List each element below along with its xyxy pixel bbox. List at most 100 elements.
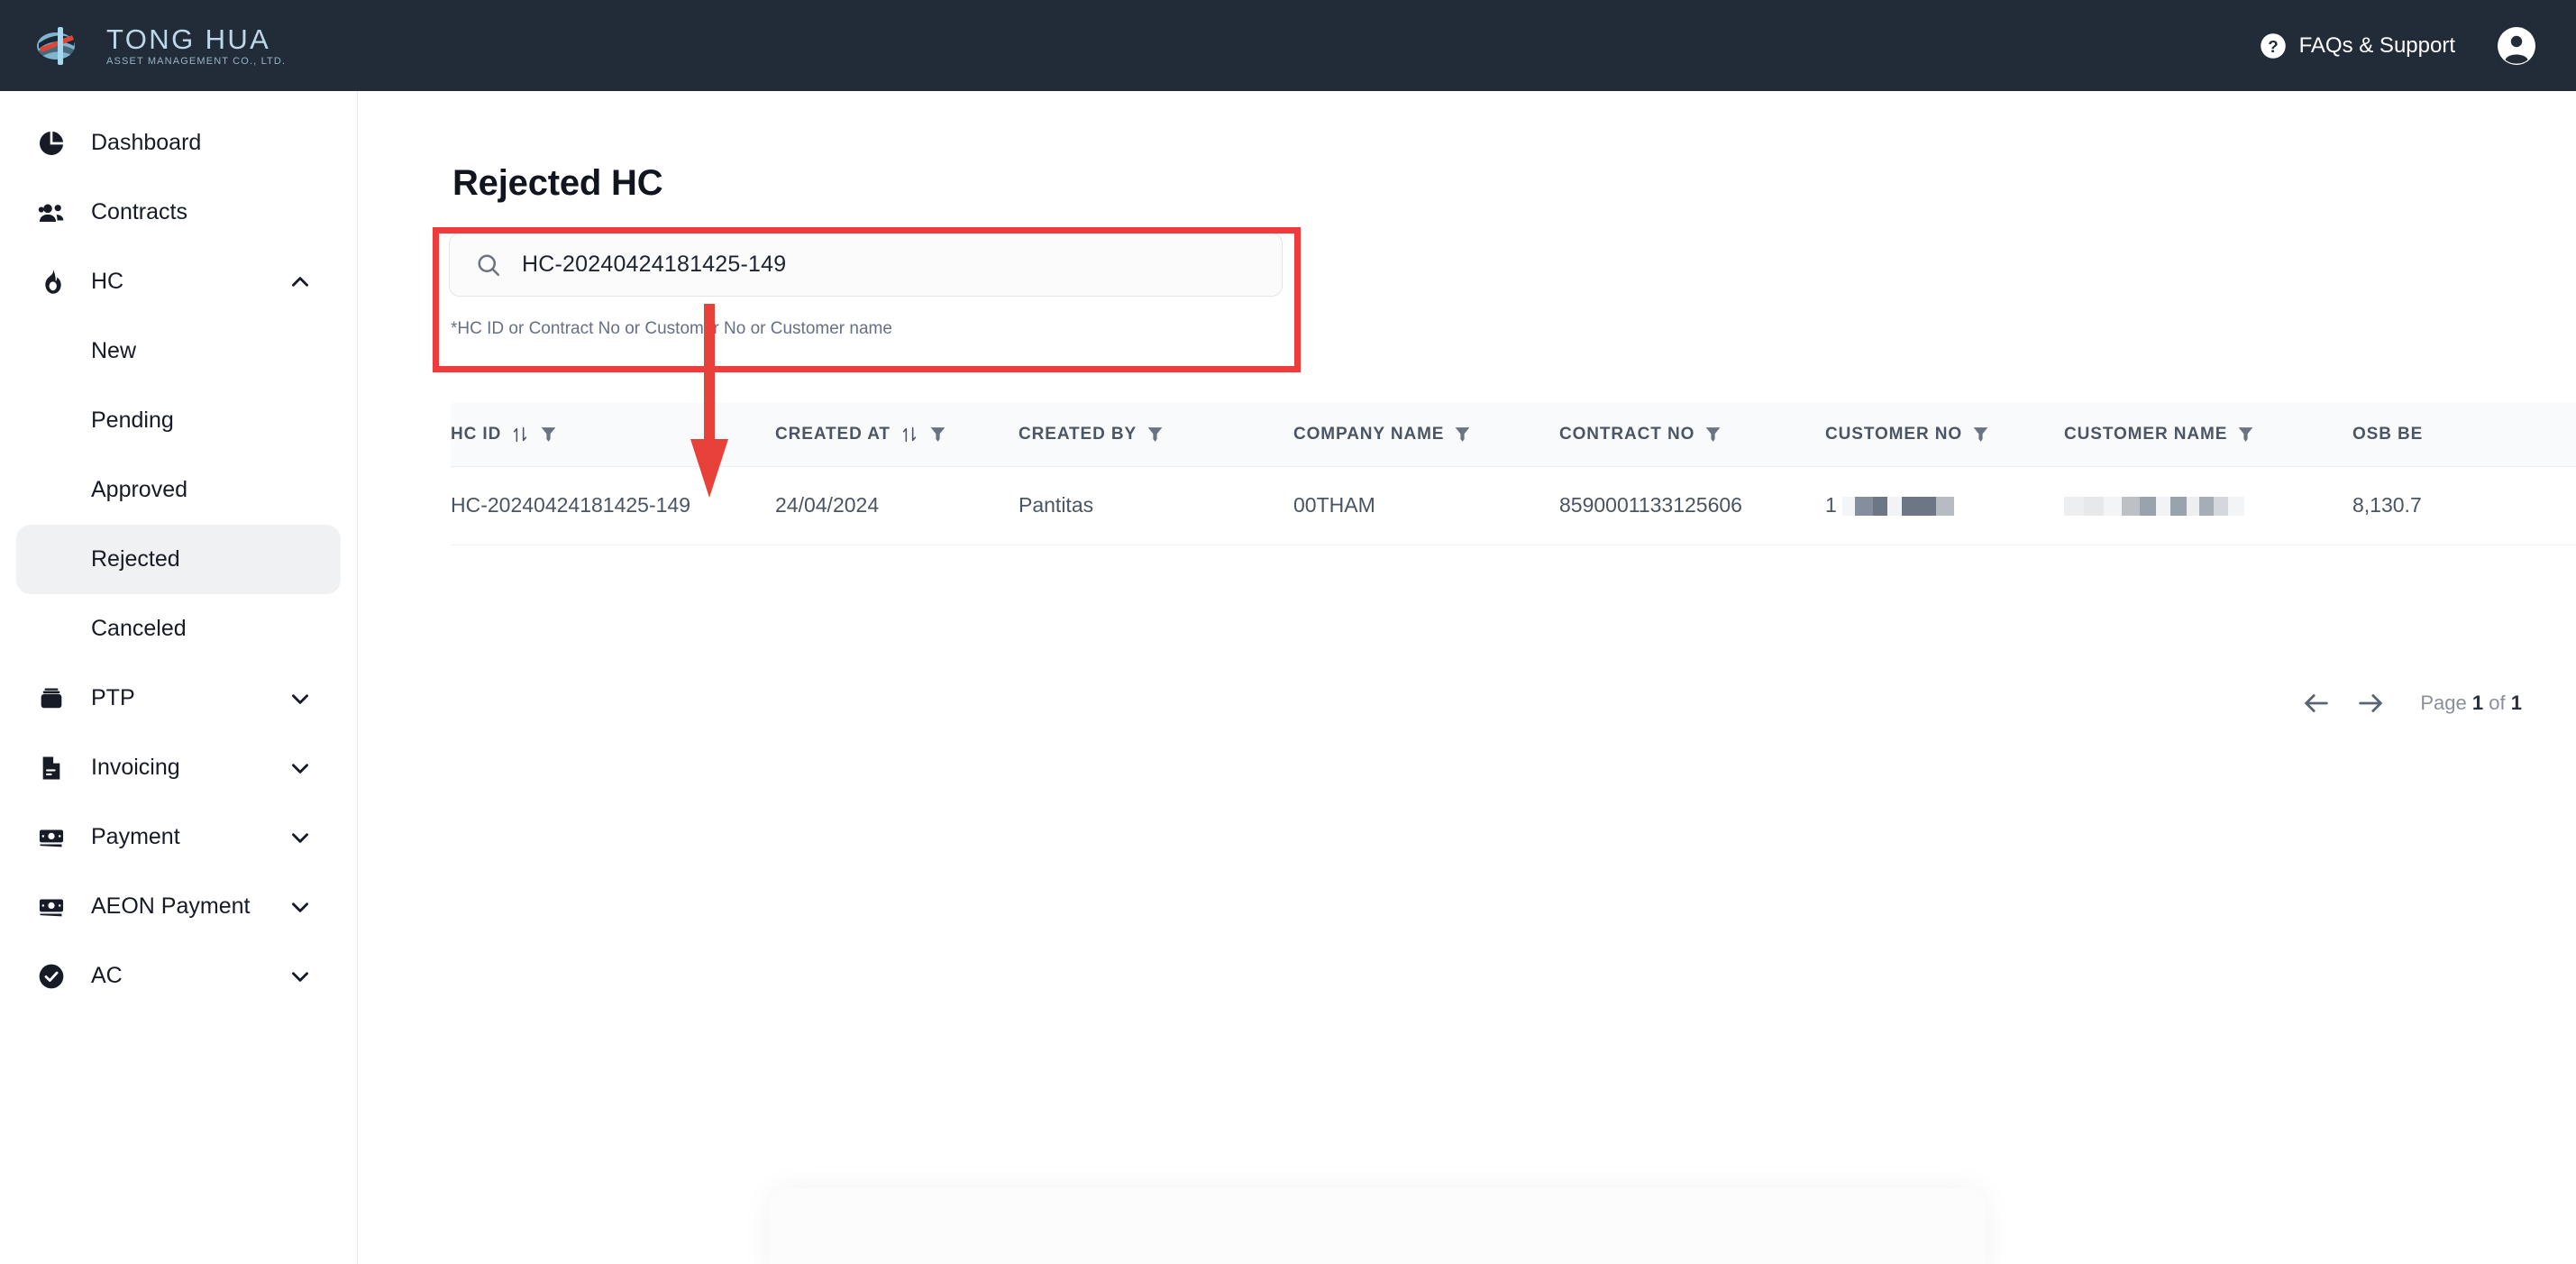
sidebar-item-hc-pending[interactable]: Pending bbox=[16, 386, 341, 455]
sidebar-item-invoicing[interactable]: Invoicing bbox=[16, 733, 341, 802]
sidebar-item-label: AC bbox=[91, 963, 123, 988]
sidebar-item-label: Dashboard bbox=[91, 130, 202, 155]
tong-hua-logo-icon bbox=[34, 18, 90, 74]
sidebar-item-aeon-payment[interactable]: AEON Payment bbox=[16, 872, 341, 941]
filter-icon[interactable] bbox=[1704, 424, 1722, 444]
brand-subtitle: ASSET MANAGEMENT CO., LTD. bbox=[106, 55, 287, 67]
column-header-created-at[interactable]: CREATED AT bbox=[775, 403, 1019, 467]
column-label: CREATED AT bbox=[775, 424, 891, 444]
pagination-total-pages: 1 bbox=[2510, 692, 2522, 714]
sidebar-item-label: HC bbox=[91, 269, 124, 294]
column-header-company-name[interactable]: COMPANY NAME bbox=[1293, 403, 1559, 467]
cell-osb-be: 8,130.7 bbox=[2352, 466, 2576, 545]
check-circle-icon bbox=[34, 959, 68, 993]
page-title: Rejected HC bbox=[452, 163, 663, 203]
filter-icon[interactable] bbox=[1146, 424, 1165, 444]
sidebar-subitem-label: Pending bbox=[91, 408, 174, 433]
pagination-label: Page 1 of 1 bbox=[2420, 692, 2522, 715]
sidebar-item-label: Contracts bbox=[91, 199, 187, 224]
cell-contract-no: 8590001133125606 bbox=[1559, 466, 1825, 545]
column-header-customer-no[interactable]: CUSTOMER NO bbox=[1825, 403, 2064, 467]
column-header-customer-name[interactable]: CUSTOMER NAME bbox=[2064, 403, 2352, 467]
column-label: CUSTOMER NAME bbox=[2064, 424, 2228, 444]
table-header-row: HC ID CREATED AT CREATED BY COMPANY NAME… bbox=[451, 403, 2576, 467]
column-label: HC ID bbox=[451, 424, 502, 444]
filter-icon[interactable] bbox=[2236, 424, 2255, 444]
sidebar-subitem-label: Rejected bbox=[91, 546, 180, 572]
chevron-down-icon[interactable] bbox=[288, 895, 312, 919]
table-header: HC ID CREATED AT CREATED BY COMPANY NAME… bbox=[451, 403, 2576, 467]
briefcase-icon bbox=[34, 682, 68, 715]
column-header-created-by[interactable]: CREATED BY bbox=[1019, 403, 1293, 467]
results-table-wrapper: HC ID CREATED AT CREATED BY COMPANY NAME… bbox=[451, 403, 2576, 545]
search-icon bbox=[475, 252, 502, 279]
column-header-contract-no[interactable]: CONTRACT NO bbox=[1559, 403, 1825, 467]
sort-icon[interactable] bbox=[900, 425, 919, 444]
search-input[interactable]: HC-20240424181425-149 bbox=[449, 233, 1283, 297]
sidebar-item-label: Invoicing bbox=[91, 755, 180, 780]
table-row[interactable]: HC-20240424181425-149 24/04/2024 Pantita… bbox=[451, 466, 2576, 545]
results-table: HC ID CREATED AT CREATED BY COMPANY NAME… bbox=[451, 403, 2576, 545]
cell-customer-name bbox=[2064, 466, 2352, 545]
search-block: HC-20240424181425-149 *HC ID or Contract… bbox=[449, 233, 1283, 339]
question-circle-icon: ? bbox=[2260, 32, 2287, 60]
sidebar-item-hc[interactable]: HC bbox=[16, 247, 341, 316]
column-label: CONTRACT NO bbox=[1559, 424, 1695, 444]
column-label: CUSTOMER NO bbox=[1825, 424, 1963, 444]
filter-icon[interactable] bbox=[1453, 424, 1472, 444]
cell-created-by: Pantitas bbox=[1019, 466, 1293, 545]
column-header-osb-be[interactable]: OSB BE bbox=[2352, 403, 2576, 467]
sidebar-item-label: Payment bbox=[91, 824, 180, 849]
document-icon bbox=[34, 751, 68, 784]
sidebar-item-contracts[interactable]: Contracts bbox=[16, 178, 341, 247]
sidebar-item-hc-new[interactable]: New bbox=[16, 316, 341, 386]
sidebar-item-dashboard[interactable]: Dashboard bbox=[16, 108, 341, 178]
sidebar-subitem-label: New bbox=[91, 338, 137, 363]
sidebar-item-ac[interactable]: AC bbox=[16, 941, 341, 1011]
column-label: CREATED BY bbox=[1019, 424, 1137, 444]
banknote-icon bbox=[34, 820, 68, 854]
column-label: COMPANY NAME bbox=[1293, 424, 1445, 444]
banknote-icon bbox=[34, 890, 68, 923]
column-header-hc-id[interactable]: HC ID bbox=[451, 403, 775, 467]
filter-icon[interactable] bbox=[1971, 424, 1990, 444]
faqs-support-label: FAQs & Support bbox=[2298, 32, 2455, 58]
sidebar-item-label: PTP bbox=[91, 685, 135, 710]
sidebar: Dashboard Contracts HC New Pending Appro… bbox=[0, 91, 358, 1264]
table-body: HC-20240424181425-149 24/04/2024 Pantita… bbox=[451, 466, 2576, 545]
faqs-support-button[interactable]: ? FAQs & Support bbox=[2260, 32, 2455, 60]
sidebar-item-hc-rejected[interactable]: Rejected bbox=[16, 525, 341, 594]
cell-hc-id: HC-20240424181425-149 bbox=[451, 466, 775, 545]
cell-customer-no-visible: 1 bbox=[1825, 493, 1837, 517]
filter-icon[interactable] bbox=[928, 424, 947, 444]
cell-created-at: 24/04/2024 bbox=[775, 466, 1019, 545]
sidebar-item-hc-approved[interactable]: Approved bbox=[16, 455, 341, 525]
background-ghost-panel bbox=[769, 1188, 1986, 1264]
pie-chart-icon bbox=[34, 126, 68, 160]
chevron-down-icon[interactable] bbox=[288, 965, 312, 988]
sidebar-item-hc-canceled[interactable]: Canceled bbox=[16, 594, 341, 664]
main-content: Rejected HC HC-20240424181425-149 *HC ID… bbox=[359, 91, 2576, 1264]
sort-icon[interactable] bbox=[510, 425, 530, 444]
sidebar-item-payment[interactable]: Payment bbox=[16, 802, 341, 872]
sidebar-subitem-label: Canceled bbox=[91, 616, 187, 641]
cell-customer-no: 1 bbox=[1825, 466, 2064, 545]
redacted-value bbox=[2064, 497, 2244, 517]
sidebar-item-ptp[interactable]: PTP bbox=[16, 664, 341, 733]
filter-icon[interactable] bbox=[539, 424, 558, 444]
brand-logo[interactable]: TONG HUA ASSET MANAGEMENT CO., LTD. bbox=[34, 18, 286, 74]
search-hint: *HC ID or Contract No or Customer No or … bbox=[451, 319, 892, 338]
top-bar: TONG HUA ASSET MANAGEMENT CO., LTD. ? FA… bbox=[0, 0, 2576, 91]
chevron-down-icon[interactable] bbox=[288, 687, 312, 710]
arrow-left-icon[interactable] bbox=[2301, 688, 2332, 719]
chevron-up-icon[interactable] bbox=[288, 270, 312, 294]
sidebar-item-label: AEON Payment bbox=[91, 893, 251, 919]
user-circle-icon[interactable] bbox=[2497, 26, 2536, 66]
redacted-value bbox=[1842, 497, 1955, 517]
pagination-current-page: 1 bbox=[2471, 692, 2484, 714]
chevron-down-icon[interactable] bbox=[288, 826, 312, 849]
arrow-right-icon[interactable] bbox=[2355, 688, 2386, 719]
chevron-down-icon[interactable] bbox=[288, 756, 312, 780]
cell-company-name: 00THAM bbox=[1293, 466, 1559, 545]
column-label: OSB BE bbox=[2352, 424, 2424, 444]
